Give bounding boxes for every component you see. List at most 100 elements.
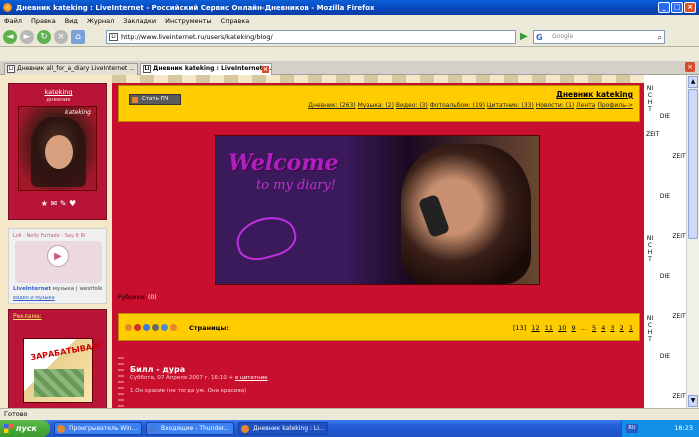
windows-taskbar: пуск Проигрыватель Win... Входящие - Thu… bbox=[0, 420, 699, 437]
page-link[interactable]: 2 bbox=[620, 324, 624, 332]
diary-post: Билл - дура Суббота, 07 Апреля 2007 г. 1… bbox=[118, 351, 640, 408]
strip-text: ZEIT bbox=[672, 393, 686, 400]
site-favicon: Li bbox=[109, 33, 118, 41]
thunderbird-icon bbox=[149, 425, 157, 433]
home-button[interactable]: ⌂ bbox=[71, 29, 85, 44]
start-button[interactable]: пуск bbox=[0, 420, 50, 437]
menu-help[interactable]: Справка bbox=[221, 17, 250, 25]
nav-music[interactable]: Музыка: (2) bbox=[358, 102, 394, 109]
nav-feed[interactable]: Лента bbox=[576, 102, 595, 109]
player-track: Loll - Nelly Furtado - Say It Ri bbox=[13, 233, 86, 239]
nav-photo[interactable]: Фотоальбом: (19) bbox=[430, 102, 485, 109]
post-text: 1.Он красив (не тогда уж. Она красива) bbox=[130, 388, 247, 394]
tab-close-icon[interactable]: × bbox=[262, 66, 269, 73]
page-link[interactable]: 5 bbox=[592, 324, 596, 332]
banner-subtitle: to my diary! bbox=[256, 178, 336, 193]
minimize-button[interactable]: _ bbox=[658, 2, 670, 13]
menu-file[interactable]: Файл bbox=[4, 17, 22, 25]
page-link[interactable]: 4 bbox=[601, 324, 605, 332]
task-firefox[interactable]: Дневник kateking : Li... bbox=[238, 422, 328, 435]
comment-icon[interactable] bbox=[134, 324, 141, 331]
tab-favicon: Li bbox=[143, 65, 151, 73]
nav-news[interactable]: Новости: (1) bbox=[536, 102, 575, 109]
language-indicator[interactable]: RU bbox=[626, 424, 638, 433]
close-tab-button[interactable]: × bbox=[685, 62, 695, 72]
vertical-scrollbar[interactable]: ▲ ▼ bbox=[686, 75, 699, 408]
ad-label[interactable]: Реклама: bbox=[13, 313, 42, 320]
post-meta: Суббота, 07 Апреля 2007 г. 16:10 + в цит… bbox=[130, 375, 268, 381]
stop-button[interactable]: × bbox=[54, 29, 68, 44]
maximize-button[interactable]: □ bbox=[671, 2, 683, 13]
banner-welcome: Welcome bbox=[228, 150, 339, 176]
forward-button[interactable]: ► bbox=[20, 29, 34, 44]
firefox-icon bbox=[241, 425, 249, 433]
nav-profile[interactable]: Профиль-> bbox=[597, 102, 633, 109]
player-footer: LiveInternet музыка | westfolk bbox=[13, 286, 103, 292]
page-link[interactable]: 11 bbox=[545, 324, 553, 332]
menu-tools[interactable]: Инструменты bbox=[165, 17, 212, 25]
diary-header: Стать ПЧ Дневник kateking Дневник: (263)… bbox=[118, 85, 640, 122]
menu-bookmarks[interactable]: Закладки bbox=[123, 17, 156, 25]
scroll-thumb[interactable] bbox=[688, 89, 698, 239]
nav-diary[interactable]: Дневник: (263) bbox=[308, 102, 355, 109]
menu-edit[interactable]: Правка bbox=[31, 17, 56, 25]
firefox-icon bbox=[3, 3, 12, 12]
go-arrow-icon[interactable]: ▶ bbox=[520, 31, 532, 43]
post-button[interactable]: Стать ПЧ bbox=[129, 94, 181, 105]
heart-arrow-icon bbox=[231, 210, 301, 266]
user-action-icons[interactable]: ★ ✉ ✎ ♥ bbox=[9, 199, 108, 208]
menu-history[interactable]: Журнал bbox=[87, 17, 114, 25]
music-player: Loll - Nelly Furtado - Say It Ri ▶ LiveI… bbox=[8, 228, 107, 304]
clock: 18:23 bbox=[674, 424, 693, 432]
tab-label: Дневник all_for_a_diary LiveInternet ... bbox=[17, 65, 135, 72]
avatar-caption: kateking bbox=[65, 109, 91, 116]
strip-text: ZEIT bbox=[672, 313, 686, 320]
nav-video[interactable]: Видео: (3) bbox=[396, 102, 428, 109]
ad-text: ЗАРАБАТЫВАЙ! bbox=[29, 340, 103, 363]
reload-button[interactable]: ↻ bbox=[37, 29, 51, 44]
page-link[interactable]: 12 bbox=[531, 324, 539, 332]
user-type[interactable]: дневник bbox=[9, 97, 108, 103]
strip-text: NICHT bbox=[646, 85, 654, 113]
tab-bar: Li Дневник all_for_a_diary LiveInternet … bbox=[0, 61, 699, 75]
navigation-toolbar: ◄ ► ↻ × ⌂ Li http://www.liveinternet.ru/… bbox=[0, 27, 699, 47]
search-icon[interactable]: ⌕ bbox=[658, 32, 662, 44]
task-media-player[interactable]: Проигрыватель Win... bbox=[54, 422, 142, 435]
user-box: kateking дневник kateking ★ ✉ ✎ ♥ bbox=[8, 83, 107, 220]
task-thunderbird[interactable]: Входящие - Thunder... bbox=[146, 422, 234, 435]
avatar[interactable]: kateking bbox=[18, 106, 97, 191]
diary-main: Стать ПЧ Дневник kateking Дневник: (263)… bbox=[112, 75, 644, 408]
ad-box: Реклама: ЗАРАБАТЫВАЙ! bbox=[8, 309, 107, 408]
page-link[interactable]: 9 bbox=[571, 324, 575, 332]
back-button[interactable]: ◄ bbox=[3, 29, 17, 44]
search-field[interactable]: G Google ⌕ bbox=[533, 30, 665, 44]
post-title[interactable]: Билл - дура bbox=[130, 365, 185, 374]
ad-banner[interactable]: ЗАРАБАТЫВАЙ! bbox=[23, 338, 103, 403]
player-link[interactable]: видео и музыка bbox=[13, 295, 55, 301]
rss-icon[interactable] bbox=[125, 324, 132, 331]
close-button[interactable]: × bbox=[684, 2, 696, 13]
page-link[interactable]: 1 bbox=[629, 324, 633, 332]
info-icon[interactable] bbox=[143, 324, 150, 331]
feed-icon[interactable] bbox=[170, 324, 177, 331]
page-link[interactable]: 10 bbox=[558, 324, 566, 332]
strip-text: NICHT bbox=[646, 235, 654, 263]
nav-quotes[interactable]: Цитатник: (33) bbox=[487, 102, 534, 109]
mail-icon[interactable] bbox=[161, 324, 168, 331]
scroll-down-icon[interactable]: ▼ bbox=[688, 395, 698, 407]
tab-favicon: Li bbox=[7, 65, 15, 73]
strip-text: NICHT bbox=[646, 315, 654, 343]
tab-all-for-a-diary[interactable]: Li Дневник all_for_a_diary LiveInternet … bbox=[4, 63, 138, 75]
page-viewport: kateking дневник kateking ★ ✉ ✎ ♥ Loll -… bbox=[0, 75, 699, 408]
tab-kateking[interactable]: Li Дневник kateking : LiveInternet ... × bbox=[140, 63, 272, 75]
page-link[interactable]: 3 bbox=[610, 324, 614, 332]
print-icon[interactable] bbox=[152, 324, 159, 331]
page-ellipsis: ... bbox=[580, 324, 587, 332]
menu-view[interactable]: Вид bbox=[65, 17, 78, 25]
scroll-up-icon[interactable]: ▲ bbox=[688, 76, 698, 88]
address-bar[interactable]: Li http://www.liveinternet.ru/users/kate… bbox=[106, 30, 516, 44]
quote-link[interactable]: в цитатник bbox=[235, 375, 268, 381]
username-link[interactable]: kateking bbox=[9, 88, 108, 96]
play-icon[interactable]: ▶ bbox=[47, 245, 69, 267]
diary-title[interactable]: Дневник kateking bbox=[556, 90, 633, 99]
